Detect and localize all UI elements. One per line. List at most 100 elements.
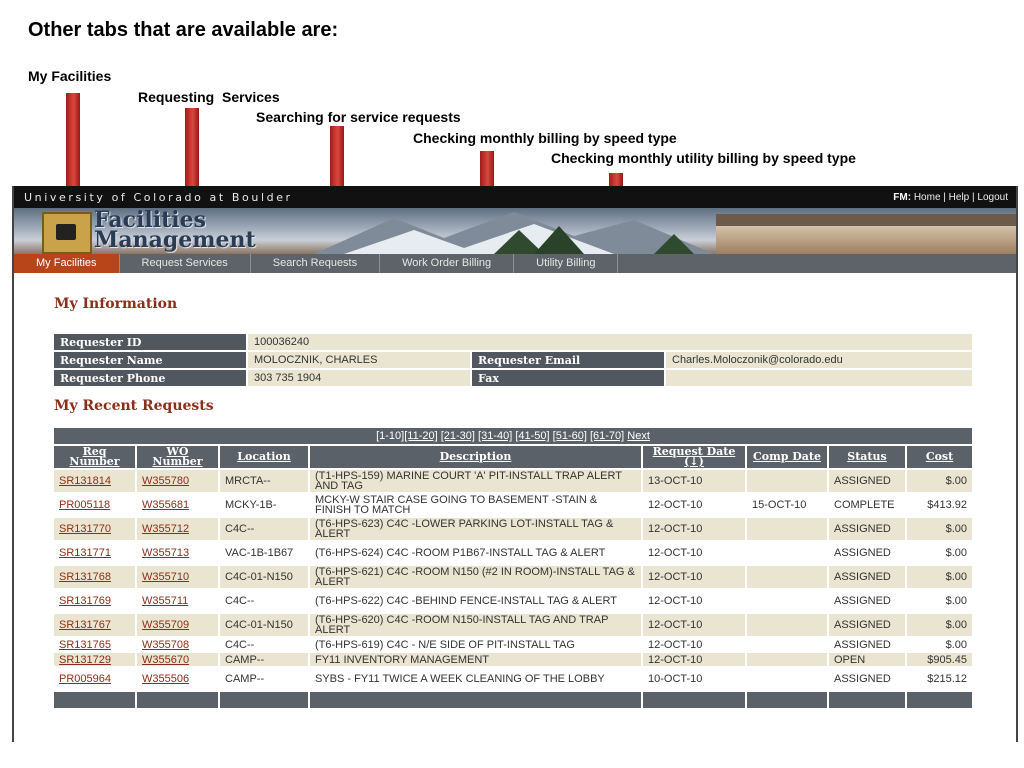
facilities-app: University of Colorado at Boulder FM: Ho… — [12, 186, 1018, 742]
table-row: SR131769 W355711 C4C-- (T6-HPS-622) C4C … — [54, 590, 972, 612]
col-header-req-number[interactable]: Req Number — [54, 446, 135, 468]
home-link[interactable]: Home — [914, 192, 941, 203]
annotation-monthly-billing: Checking monthly billing by speed type — [413, 130, 677, 146]
table-row: SR131768 W355710 C4C-01-N150 (T6-HPS-621… — [54, 566, 972, 588]
tab-search-requests[interactable]: Search Requests — [251, 254, 381, 273]
wo-number-link[interactable]: W355711 — [142, 595, 188, 607]
requester-name-label: Requester Name — [54, 352, 246, 368]
status-cell: ASSIGNED — [829, 614, 905, 636]
request-date-cell: 12-OCT-10 — [643, 653, 745, 666]
request-date-cell: 12-OCT-10 — [643, 542, 745, 564]
req-number-link[interactable]: SR131770 — [59, 523, 111, 535]
page-link-61-70[interactable]: [61-70] — [590, 430, 624, 442]
wo-number-link[interactable]: W355709 — [142, 619, 189, 631]
req-number-link[interactable]: PR005118 — [59, 499, 110, 511]
req-number-link[interactable]: SR131771 — [59, 547, 111, 559]
wo-number-link[interactable]: W355712 — [142, 523, 189, 535]
col-header-cost[interactable]: Cost — [907, 446, 972, 468]
location-cell: VAC-1B-1B67 — [220, 542, 308, 564]
location-cell: C4C-- — [220, 590, 308, 612]
requester-email-label: Requester Email — [472, 352, 664, 368]
comp-date-cell — [747, 590, 827, 612]
cost-cell: $.00 — [907, 566, 972, 588]
requester-id-value: 100036240 — [248, 334, 972, 350]
page-link-11-20[interactable]: [11-20] — [404, 430, 437, 442]
description-cell: (T6-HPS-621) C4C -ROOM N150 (#2 IN ROOM)… — [310, 566, 641, 588]
status-cell: ASSIGNED — [829, 668, 905, 690]
request-date-cell: 12-OCT-10 — [643, 638, 745, 651]
col-header-wo-number[interactable]: WO Number — [137, 446, 218, 468]
comp-date-cell — [747, 566, 827, 588]
recent-requests-table: [1-10][11-20] [21-30] [31-40] [41-50] [5… — [52, 426, 974, 710]
wo-number-link[interactable]: W355780 — [142, 475, 189, 487]
tab-work-order-billing[interactable]: Work Order Billing — [380, 254, 515, 273]
main-content: My Information Requester ID 100036240 Re… — [54, 296, 974, 710]
comp-date-cell — [747, 668, 827, 690]
req-number-link[interactable]: SR131768 — [59, 571, 111, 583]
req-number-link[interactable]: SR131767 — [59, 619, 111, 631]
table-row: SR131771 W355713 VAC-1B-1B67 (T6-HPS-624… — [54, 542, 972, 564]
logout-link[interactable]: Logout — [977, 192, 1008, 203]
description-cell: (T6-HPS-620) C4C -ROOM N150-INSTALL TAG … — [310, 614, 641, 636]
comp-date-cell — [747, 470, 827, 492]
status-cell: ASSIGNED — [829, 638, 905, 651]
page-link-51-60[interactable]: [51-60] — [553, 430, 587, 442]
wo-number-link[interactable]: W355708 — [142, 639, 189, 651]
location-cell: C4C-01-N150 — [220, 566, 308, 588]
cost-cell: $.00 — [907, 542, 972, 564]
table-row: PR005118 W355681 MCKY-1B- MCKY-W STAIR C… — [54, 494, 972, 516]
description-cell: MCKY-W STAIR CASE GOING TO BASEMENT -STA… — [310, 494, 641, 516]
wo-number-link[interactable]: W355681 — [142, 499, 189, 511]
req-number-link[interactable]: SR131729 — [59, 654, 111, 666]
pagination: [1-10][11-20] [21-30] [31-40] [41-50] [5… — [54, 428, 972, 444]
page-link-31-40[interactable]: [31-40] — [478, 430, 512, 442]
header-banner: Facilities Management — [14, 208, 1016, 254]
comp-date-cell — [747, 542, 827, 564]
page-link-21-30[interactable]: [21-30] — [441, 430, 475, 442]
tab-request-services[interactable]: Request Services — [120, 254, 251, 273]
col-header-description[interactable]: Description — [310, 446, 641, 468]
req-number-link[interactable]: SR131765 — [59, 639, 111, 651]
cost-cell: $.00 — [907, 518, 972, 540]
cost-cell: $215.12 — [907, 668, 972, 690]
cu-logo — [42, 212, 92, 254]
header-links: FM: Home | Help | Logout — [893, 191, 1008, 203]
wo-number-link[interactable]: W355670 — [142, 654, 189, 666]
comp-date-cell — [747, 518, 827, 540]
req-number-link[interactable]: SR131769 — [59, 595, 111, 607]
wo-number-link[interactable]: W355710 — [142, 571, 189, 583]
requester-phone-value: 303 735 1904 — [248, 370, 470, 386]
annotation-my-facilities: My Facilities — [28, 68, 112, 84]
col-header-request-date[interactable]: Request Date (↓) — [643, 446, 745, 468]
fax-value — [666, 370, 972, 386]
fax-label: Fax — [472, 370, 664, 386]
help-link[interactable]: Help — [949, 192, 970, 203]
recent-requests-title: My Recent Requests — [54, 398, 214, 414]
table-row: SR131765 W355708 C4C-- (T6-HPS-619) C4C … — [54, 638, 972, 651]
description-cell: (T1-HPS-159) MARINE COURT 'A' PIT-INSTAL… — [310, 470, 641, 492]
status-cell: ASSIGNED — [829, 590, 905, 612]
fm-label: FM: — [893, 191, 912, 203]
wo-number-link[interactable]: W355506 — [142, 673, 189, 685]
table-row: SR131770 W355712 C4C-- (T6-HPS-623) C4C … — [54, 518, 972, 540]
page-link-next[interactable]: Next — [627, 430, 650, 442]
main-nav: My Facilities Request Services Search Re… — [14, 254, 1016, 273]
tab-my-facilities[interactable]: My Facilities — [14, 254, 120, 273]
req-number-link[interactable]: SR131814 — [59, 475, 111, 487]
status-cell: ASSIGNED — [829, 566, 905, 588]
wo-number-link[interactable]: W355713 — [142, 547, 189, 559]
col-header-comp-date[interactable]: Comp Date — [747, 446, 827, 468]
page-link-41-50[interactable]: [41-50] — [515, 430, 549, 442]
description-cell: SYBS - FY11 TWICE A WEEK CLEANING OF THE… — [310, 668, 641, 690]
col-header-location[interactable]: Location — [220, 446, 308, 468]
location-cell: C4C-01-N150 — [220, 614, 308, 636]
cost-cell: $.00 — [907, 614, 972, 636]
cost-cell: $.00 — [907, 638, 972, 651]
tab-utility-billing[interactable]: Utility Billing — [514, 254, 619, 273]
col-header-status[interactable]: Status — [829, 446, 905, 468]
description-cell: (T6-HPS-619) C4C - N/E SIDE OF PIT-INSTA… — [310, 638, 641, 651]
status-cell: OPEN — [829, 653, 905, 666]
my-information-table: Requester ID 100036240 Requester Name MO… — [52, 332, 974, 388]
facilities-management-logo: Facilities Management — [94, 208, 256, 253]
req-number-link[interactable]: PR005964 — [59, 673, 111, 685]
